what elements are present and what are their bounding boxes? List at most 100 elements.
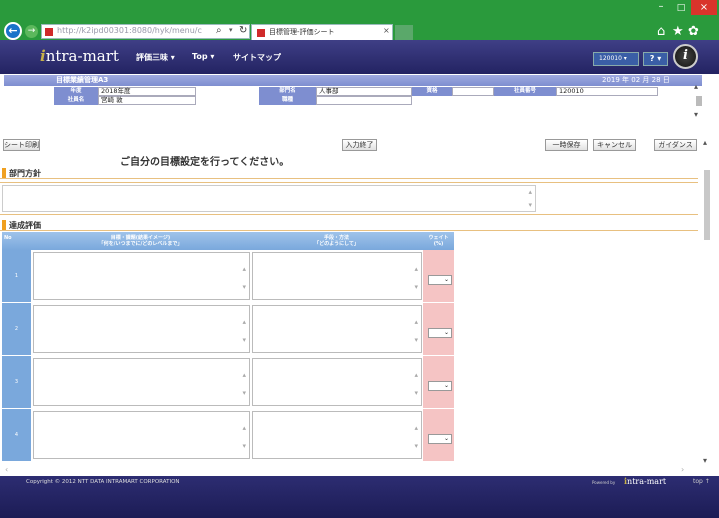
sheet-date: 2019 年 02 月 28 日 <box>602 76 670 84</box>
refresh-icon[interactable]: ↻ <box>239 25 247 36</box>
browser-tab[interactable]: 目標管理-評価シート × <box>251 24 393 40</box>
eval-section-title: 達成評価 <box>9 221 41 230</box>
policy-scroll-up-icon[interactable]: ▴ <box>528 188 532 196</box>
scroll-up-icon[interactable]: ▴ <box>414 265 418 273</box>
scroll-left-icon[interactable]: ‹ <box>5 465 8 474</box>
weight-select[interactable]: ⌄ <box>428 381 452 391</box>
method-input[interactable]: ▴ ▾ <box>252 305 422 353</box>
weight-select[interactable]: ⌄ <box>428 434 452 444</box>
weight-select[interactable]: ⌄ <box>428 275 452 285</box>
intra-mart-logo[interactable]: intra-mart <box>40 47 119 65</box>
input-done-button[interactable]: 入力終了 <box>342 139 377 151</box>
scroll-down-icon[interactable]: ▾ <box>414 442 418 450</box>
value-grade <box>452 87 494 96</box>
cancel-button[interactable]: キャンセル <box>593 139 636 151</box>
scroll-down-icon[interactable]: ▾ <box>414 336 418 344</box>
help-menu-button[interactable]: ? ▾ <box>643 52 668 66</box>
page-scrollbar-thumb[interactable] <box>704 170 710 240</box>
user-select[interactable]: 120010 ▾ <box>593 52 639 66</box>
tab-close-icon[interactable]: × <box>383 26 390 35</box>
value-department: 人事部 <box>316 87 412 96</box>
weight-select[interactable]: ⌄ <box>428 328 452 338</box>
goal-input[interactable]: ▴ ▾ <box>33 358 250 406</box>
table-row: 4 ▴ ▾ ▴ ▾ ⌄ <box>2 409 454 461</box>
summary-header: 目標業績管理A3 2019 年 02 月 28 日 <box>4 75 702 86</box>
menu-hyoka[interactable]: 評価三味 ▾ <box>136 52 175 63</box>
back-button[interactable]: ← <box>4 22 22 40</box>
close-window-button[interactable]: × <box>691 0 717 15</box>
sheet-title: 目標業績管理A3 <box>56 76 109 84</box>
value-employee-no: 120010 <box>556 87 658 96</box>
minimize-button[interactable]: – <box>651 2 671 14</box>
scroll-up-icon[interactable]: ▴ <box>242 318 246 326</box>
column-weight: ウェイト (%) <box>423 232 454 250</box>
back-to-top-link[interactable]: top ↑ <box>693 478 710 485</box>
star-icon[interactable]: ★ <box>672 24 684 39</box>
powered-by-text: Powered by <box>592 480 616 485</box>
goal-input[interactable]: ▴ ▾ <box>33 252 250 300</box>
scroll-down-icon[interactable]: ▾ <box>414 389 418 397</box>
page-scroll-up-icon[interactable]: ▴ <box>703 138 707 147</box>
scroll-up-icon[interactable]: ▴ <box>242 424 246 432</box>
address-bar[interactable]: http://k2ipd00301:8080/hyk/menu/c ⌕ ▾ ↻ <box>41 24 250 39</box>
department-policy-input[interactable]: ▴ ▾ <box>2 185 536 212</box>
scroll-down-icon[interactable]: ▾ <box>242 336 246 344</box>
column-goal: 目標・課題(結果イメージ) 「何を/いつまでに/どのレベルまで」 <box>31 232 250 250</box>
value-year: 2018年度 <box>98 87 196 96</box>
address-url[interactable]: http://k2ipd00301:8080/hyk/menu/c <box>57 26 202 35</box>
home-icon[interactable]: ⌂ <box>657 24 665 39</box>
print-sheet-button[interactable]: シート印刷 <box>3 139 40 151</box>
scroll-up-icon[interactable]: ▴ <box>414 318 418 326</box>
footer-logo: intra-mart <box>624 476 667 486</box>
scroll-up-icon[interactable]: ▴ <box>242 265 246 273</box>
goal-input[interactable]: ▴ ▾ <box>33 411 250 459</box>
column-weight-line2: (%) <box>433 241 444 247</box>
label-department: 部門名 <box>259 87 316 96</box>
goal-input[interactable]: ▴ ▾ <box>33 305 250 353</box>
chevron-down-icon[interactable]: ▾ <box>229 26 233 34</box>
row-number: 2 <box>2 303 31 355</box>
label-grade: 資格 <box>412 87 452 96</box>
scroll-up-icon[interactable]: ▴ <box>242 371 246 379</box>
temp-save-button[interactable]: 一時保存 <box>545 139 588 151</box>
policy-section-header: 部門方針 <box>0 167 698 179</box>
policy-scroll-down-icon[interactable]: ▾ <box>528 201 532 209</box>
page-scroll-down-icon[interactable]: ▾ <box>703 456 707 465</box>
new-tab-button[interactable] <box>395 25 413 40</box>
scroll-right-icon[interactable]: › <box>681 465 684 474</box>
summary-scroll-down-icon[interactable]: ▾ <box>694 110 698 119</box>
action-bar: シート印刷 入力終了 一時保存 キャンセル ガイダンス <box>0 138 719 152</box>
scroll-up-icon[interactable]: ▴ <box>414 371 418 379</box>
search-icon[interactable]: ⌕ <box>216 25 222 36</box>
copyright-text: Copyright © 2012 NTT DATA INTRAMART CORP… <box>26 479 180 485</box>
table-row: 1 ▴ ▾ ▴ ▾ ⌄ <box>2 250 454 302</box>
scroll-down-icon[interactable]: ▾ <box>242 389 246 397</box>
row-number: 1 <box>2 250 31 302</box>
summary-scroll-up-icon[interactable]: ▴ <box>694 82 698 91</box>
section-marker <box>2 168 6 178</box>
footer: Copyright © 2012 NTT DATA INTRAMART CORP… <box>0 476 719 518</box>
guidance-button[interactable]: ガイダンス <box>654 139 697 151</box>
scroll-down-icon[interactable]: ▾ <box>242 283 246 291</box>
column-goal-line2: 「何を/いつまでに/どのレベルまで」 <box>98 241 183 247</box>
label-year: 年度 <box>54 87 98 96</box>
forward-button[interactable]: → <box>25 25 38 38</box>
browser-chrome: – □ × ← → http://k2ipd00301:8080/hyk/men… <box>0 0 719 40</box>
method-input[interactable]: ▴ ▾ <box>252 358 422 406</box>
menu-top[interactable]: Top ▾ <box>192 52 214 61</box>
method-input[interactable]: ▴ ▾ <box>252 411 422 459</box>
eval-table-header: No 目標・課題(結果イメージ) 「何を/いつまでに/どのレベルまで」 手段・方… <box>2 232 454 250</box>
table-row: 3 ▴ ▾ ▴ ▾ ⌄ <box>2 356 454 408</box>
method-input[interactable]: ▴ ▾ <box>252 252 422 300</box>
summary-scrollbar-thumb[interactable] <box>696 96 702 106</box>
scroll-down-icon[interactable]: ▾ <box>414 283 418 291</box>
page-scrollbar[interactable]: ▴ ▾ <box>700 138 714 465</box>
tab-title: 目標管理-評価シート <box>269 28 335 36</box>
info-icon[interactable]: i <box>673 44 698 69</box>
scroll-down-icon[interactable]: ▾ <box>242 442 246 450</box>
gear-icon[interactable]: ✿ <box>688 24 699 39</box>
maximize-button[interactable]: □ <box>671 2 691 14</box>
menu-sitemap[interactable]: サイトマップ <box>233 52 281 63</box>
scroll-up-icon[interactable]: ▴ <box>414 424 418 432</box>
instruction-text: ご自分の目標設定を行ってください。 <box>120 157 290 168</box>
